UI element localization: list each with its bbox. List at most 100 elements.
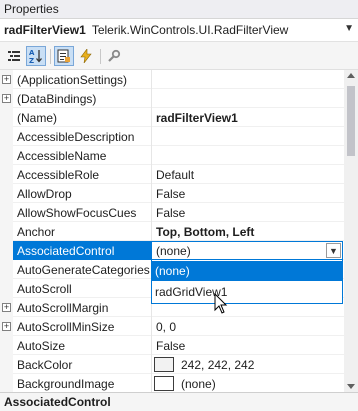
property-name: AccessibleDescription bbox=[17, 130, 135, 144]
property-name: Anchor bbox=[17, 225, 56, 239]
column-divider[interactable] bbox=[151, 317, 152, 336]
chevron-down-icon[interactable]: ▼ bbox=[326, 243, 341, 258]
image-swatch bbox=[154, 376, 174, 391]
property-row[interactable]: AllowDrop False bbox=[0, 184, 344, 203]
row-gutter bbox=[0, 336, 13, 355]
property-value[interactable]: Default bbox=[156, 168, 194, 182]
column-divider[interactable] bbox=[151, 374, 152, 392]
column-divider[interactable] bbox=[151, 203, 152, 222]
alphabetical-icon[interactable]: AZ bbox=[26, 46, 46, 66]
property-name: AllowDrop bbox=[17, 187, 72, 201]
svg-text:A: A bbox=[29, 49, 35, 57]
dropdown-option-none[interactable]: (none) bbox=[152, 261, 342, 281]
property-value[interactable]: False bbox=[156, 339, 185, 353]
description-title: AssociatedControl bbox=[4, 395, 111, 409]
property-value[interactable]: radFilterView1 bbox=[156, 111, 238, 125]
scroll-thumb[interactable] bbox=[347, 86, 355, 156]
properties-icon[interactable] bbox=[54, 46, 74, 66]
object-type: Telerik.WinControls.UI.RadFilterView bbox=[91, 23, 289, 37]
property-name: AccessibleName bbox=[17, 149, 107, 163]
property-name: (Name) bbox=[17, 111, 58, 125]
property-name: AutoScroll bbox=[17, 282, 72, 296]
combo-value: (none) bbox=[156, 244, 191, 258]
property-name: AllowShowFocusCues bbox=[17, 206, 137, 220]
row-gutter bbox=[0, 127, 13, 146]
column-divider[interactable] bbox=[151, 127, 152, 146]
row-gutter bbox=[0, 374, 13, 392]
panel-title-bar: Properties bbox=[0, 0, 358, 19]
row-gutter bbox=[0, 222, 13, 241]
column-divider[interactable] bbox=[151, 222, 152, 241]
toolbar-separator bbox=[50, 49, 51, 64]
row-gutter bbox=[0, 203, 13, 222]
associated-control-combo[interactable]: (none) ▼ bbox=[151, 241, 343, 260]
panel-title: Properties bbox=[4, 2, 59, 16]
property-value[interactable]: 0, 0 bbox=[156, 320, 176, 334]
property-name: (DataBindings) bbox=[17, 92, 97, 106]
column-divider[interactable] bbox=[151, 146, 152, 165]
property-row[interactable]: AccessibleRole Default bbox=[0, 165, 344, 184]
column-divider[interactable] bbox=[151, 165, 152, 184]
description-pane: AssociatedControl bbox=[0, 392, 358, 411]
property-row[interactable]: + (DataBindings) bbox=[0, 89, 344, 108]
row-gutter bbox=[0, 184, 13, 203]
property-name: BackgroundImage bbox=[17, 377, 115, 391]
row-gutter bbox=[0, 260, 13, 279]
column-divider[interactable] bbox=[151, 108, 152, 127]
property-value[interactable]: False bbox=[156, 187, 185, 201]
dropdown-list: (none) radGridView1 bbox=[151, 259, 343, 304]
column-divider[interactable] bbox=[151, 336, 152, 355]
dropdown-option-radgridview1[interactable]: radGridView1 bbox=[152, 282, 342, 302]
row-gutter bbox=[0, 279, 13, 298]
property-row[interactable]: + AutoScrollMinSize 0, 0 bbox=[0, 317, 344, 336]
property-value[interactable]: 242, 242, 242 bbox=[181, 358, 254, 372]
column-divider[interactable] bbox=[151, 70, 152, 89]
expand-icon[interactable]: + bbox=[2, 94, 11, 103]
property-value[interactable]: Top, Bottom, Left bbox=[156, 225, 254, 239]
column-divider[interactable] bbox=[151, 89, 152, 108]
property-value[interactable]: False bbox=[156, 206, 185, 220]
row-gutter bbox=[0, 146, 13, 165]
property-row[interactable]: (Name) radFilterView1 bbox=[0, 108, 344, 127]
toolbar-separator bbox=[100, 49, 101, 64]
expand-icon[interactable]: + bbox=[2, 322, 11, 331]
property-name: AutoScrollMinSize bbox=[17, 320, 115, 334]
row-gutter bbox=[0, 355, 13, 374]
property-name: AutoScrollMargin bbox=[17, 301, 109, 315]
property-row[interactable]: AllowShowFocusCues False bbox=[0, 203, 344, 222]
property-row[interactable]: Anchor Top, Bottom, Left bbox=[0, 222, 344, 241]
property-row[interactable]: BackgroundImage (none) bbox=[0, 374, 344, 392]
object-selector[interactable]: radFilterView1 Telerik.WinControls.UI.Ra… bbox=[0, 19, 358, 42]
property-name: AssociatedControl bbox=[17, 244, 115, 258]
property-pages-icon[interactable] bbox=[104, 46, 124, 66]
scroll-down-icon[interactable] bbox=[347, 384, 355, 389]
property-row[interactable]: AccessibleDescription bbox=[0, 127, 344, 146]
events-icon[interactable] bbox=[76, 46, 96, 66]
svg-text:Z: Z bbox=[29, 57, 34, 64]
property-value[interactable]: (none) bbox=[181, 377, 216, 391]
scroll-up-icon[interactable] bbox=[347, 73, 355, 78]
mouse-cursor-icon bbox=[214, 293, 228, 314]
expand-icon[interactable]: + bbox=[2, 303, 11, 312]
property-row[interactable]: BackColor 242, 242, 242 bbox=[0, 355, 344, 374]
column-divider[interactable] bbox=[151, 184, 152, 203]
property-name: AutoGenerateCategories bbox=[17, 263, 150, 277]
property-row[interactable]: AccessibleName bbox=[0, 146, 344, 165]
row-gutter bbox=[0, 108, 13, 127]
vertical-scrollbar[interactable] bbox=[344, 70, 358, 392]
properties-toolbar: AZ bbox=[0, 42, 358, 70]
property-name: BackColor bbox=[17, 358, 73, 372]
property-name: (ApplicationSettings) bbox=[17, 73, 128, 87]
property-row[interactable]: AutoSize False bbox=[0, 336, 344, 355]
property-row[interactable]: + (ApplicationSettings) bbox=[0, 70, 344, 89]
expand-icon[interactable]: + bbox=[2, 75, 11, 84]
object-name: radFilterView1 bbox=[4, 23, 86, 37]
property-name: AccessibleRole bbox=[17, 168, 100, 182]
property-row-selected[interactable]: AssociatedControl (none) ▼ bbox=[0, 241, 344, 260]
chevron-down-icon[interactable]: ▼ bbox=[344, 23, 354, 34]
column-divider[interactable] bbox=[151, 355, 152, 374]
categorized-icon[interactable] bbox=[4, 46, 24, 66]
property-name: AutoSize bbox=[17, 339, 66, 353]
color-swatch bbox=[154, 357, 174, 372]
row-gutter bbox=[0, 165, 13, 184]
